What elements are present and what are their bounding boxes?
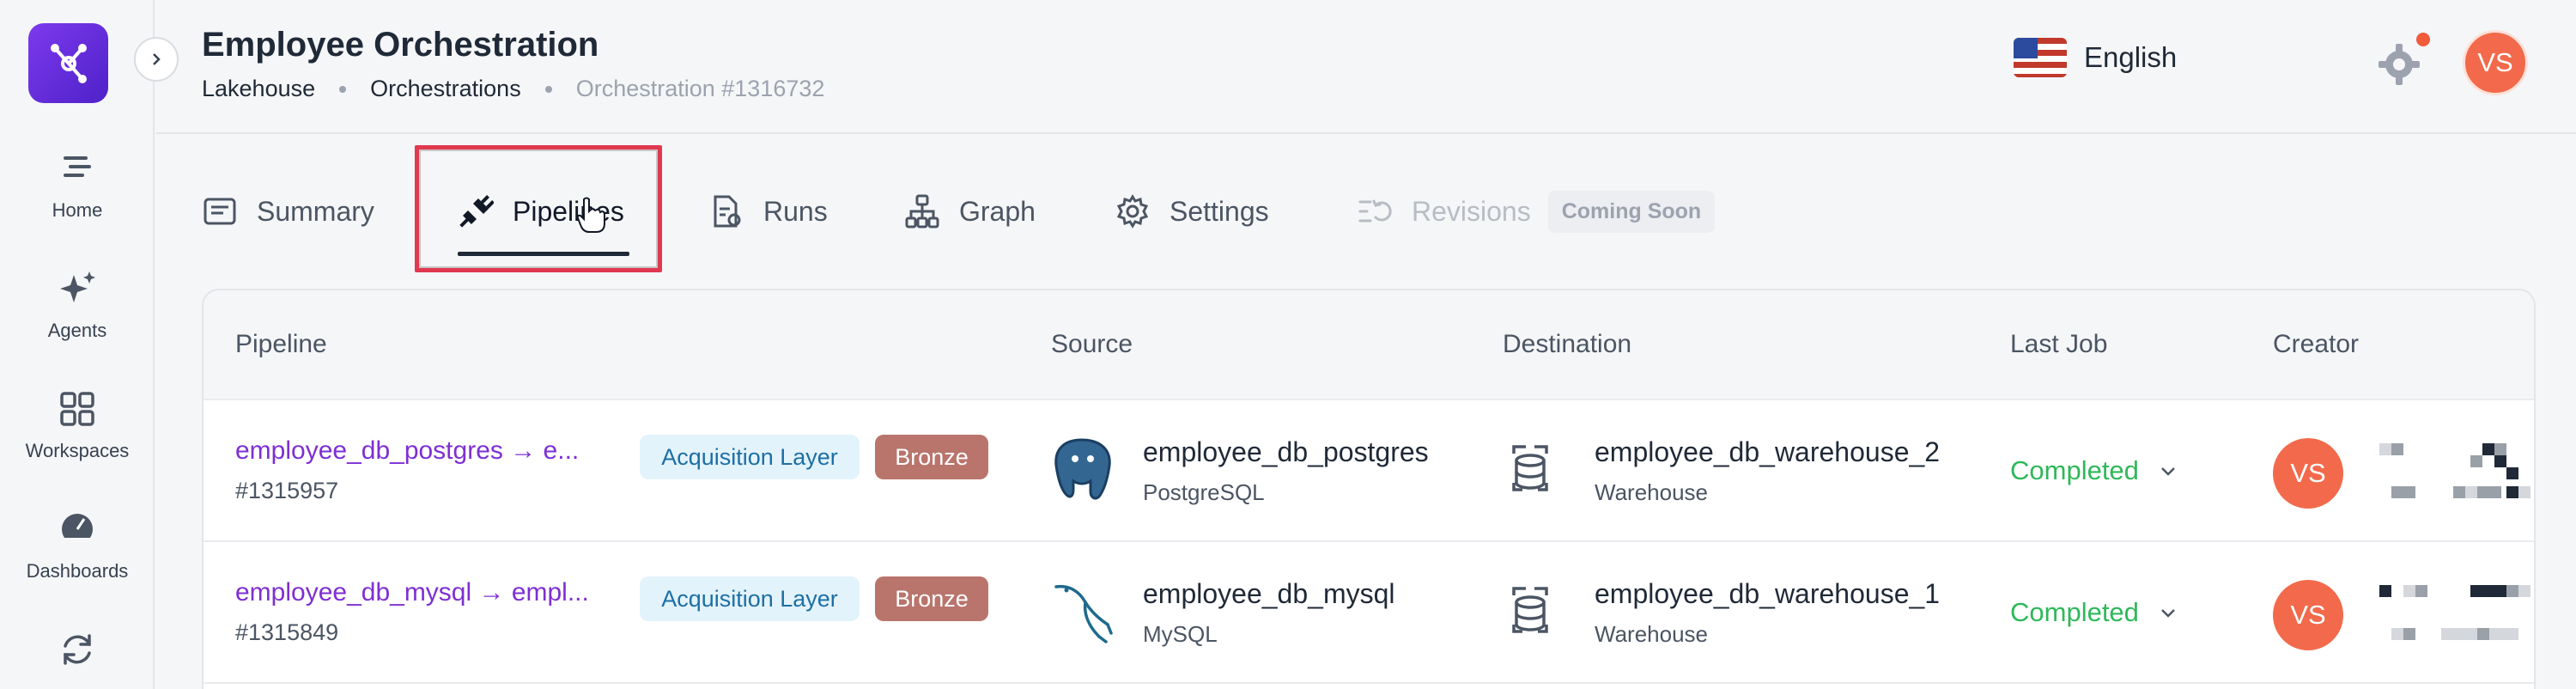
table-row[interactable]: employee_db_mysql → empl... #1315849 Acq… (204, 542, 2534, 684)
sparkles-icon (60, 271, 95, 302)
tab-label: Pipelines (513, 195, 624, 227)
notification-dot (2416, 33, 2430, 46)
breadcrumb-lakehouse[interactable]: Lakehouse (202, 76, 315, 102)
coming-soon-badge: Coming Soon (1547, 190, 1716, 233)
pipelines-table: Pipeline Source Destination Last Job Cre… (202, 289, 2536, 689)
job-status: Completed (2010, 455, 2139, 485)
plug-icon (459, 195, 494, 228)
sidebar-item-agents[interactable]: Agents (0, 268, 155, 342)
hierarchy-icon (905, 194, 939, 229)
tab-label: Runs (763, 195, 828, 227)
layer-tag: Acquisition Layer (640, 576, 860, 621)
language-selector[interactable]: English (2014, 38, 2177, 77)
postgresql-icon (1054, 438, 1111, 500)
breadcrumb: Lakehouse Orchestrations Orchestration #… (202, 76, 824, 102)
warehouse-icon (1512, 587, 1548, 633)
file-run-icon (714, 195, 741, 228)
source-type: MySQL (1143, 621, 1218, 647)
source-type: PostgreSQL (1143, 479, 1265, 505)
sidebar-item-home[interactable]: Home (0, 148, 155, 222)
column-header-last-job: Last Job (2010, 330, 2108, 358)
network-logo-icon (50, 43, 87, 83)
home-icon (64, 156, 91, 177)
sidebar-item-sync[interactable] (0, 629, 155, 680)
sidebar-item-dashboards[interactable]: Dashboards (0, 509, 155, 582)
app-logo[interactable] (28, 23, 108, 103)
job-status: Completed (2010, 597, 2139, 627)
tab-summary[interactable]: Summary (202, 168, 374, 254)
column-header-destination: Destination (1503, 330, 1632, 358)
sync-icon (64, 634, 91, 665)
breadcrumb-current: Orchestration #1316732 (575, 76, 825, 101)
column-header-source: Source (1051, 330, 1133, 358)
tier-tag: Bronze (875, 576, 988, 621)
layer-tag: Acquisition Layer (640, 435, 860, 479)
destination-type: Warehouse (1595, 479, 1708, 505)
pipeline-id: #1315957 (235, 478, 339, 503)
job-status-dropdown[interactable]: Completed (2010, 597, 2178, 628)
pipeline-link[interactable]: employee_db_mysql → empl... (235, 578, 589, 607)
page-title: Employee Orchestration (202, 26, 599, 64)
column-header-creator: Creator (2273, 330, 2360, 358)
pipeline-link[interactable]: employee_db_postgres → e... (235, 436, 579, 466)
settings-gear-icon[interactable] (2377, 42, 2421, 87)
table-row[interactable]: employee_db_postgres → e... #1315957 Acq… (204, 400, 2534, 542)
column-header-pipeline: Pipeline (235, 330, 327, 358)
sidebar-collapse-button[interactable] (134, 37, 179, 82)
destination-name: employee_db_warehouse_1 (1595, 578, 1941, 609)
creator-avatar: VS (2273, 438, 2343, 509)
job-status-dropdown[interactable]: Completed (2010, 455, 2178, 486)
pipeline-id: #1315849 (235, 619, 339, 645)
source-name: employee_db_postgres (1143, 436, 1429, 467)
destination-type: Warehouse (1595, 621, 1708, 647)
gear-icon (1116, 194, 1149, 229)
source-name: employee_db_mysql (1143, 578, 1395, 609)
tab-label: Graph (959, 195, 1036, 227)
language-label: English (2084, 41, 2178, 73)
us-flag-icon (2014, 38, 2067, 77)
breadcrumb-separator (339, 85, 347, 93)
breadcrumb-separator (544, 85, 552, 93)
breadcrumb-orchestrations[interactable]: Orchestrations (370, 76, 521, 102)
tab-graph[interactable]: Graph (904, 168, 1036, 254)
hand-cursor-icon (576, 197, 605, 233)
grid-icon (60, 392, 94, 426)
revisions-icon (1358, 199, 1392, 223)
tab-label: Settings (1170, 195, 1269, 227)
destination-name: employee_db_warehouse_2 (1595, 436, 1941, 467)
chevron-down-icon (2161, 467, 2175, 476)
left-sidebar: Home Agents Workspaces Dashboards (0, 0, 155, 689)
chevron-down-icon (2161, 609, 2175, 618)
gauge-icon (62, 514, 93, 546)
sidebar-item-label: Dashboards (26, 560, 129, 582)
page-header: Employee Orchestration Lakehouse Orchest… (156, 0, 2576, 134)
sidebar-item-workspaces[interactable]: Workspaces (0, 388, 155, 462)
tab-label: Revisions (1412, 195, 1531, 227)
chevron-right-icon (153, 53, 161, 65)
table-header: Pipeline Source Destination Last Job Cre… (204, 290, 2534, 400)
summary-icon (204, 198, 236, 225)
tab-label: Summary (257, 195, 374, 227)
mysql-icon (1054, 584, 1113, 643)
sidebar-item-label: Agents (47, 320, 107, 341)
sidebar-item-label: Workspaces (25, 440, 130, 461)
creator-avatar: VS (2273, 580, 2343, 650)
tier-tag: Bronze (875, 435, 988, 479)
user-avatar[interactable]: VS (2463, 30, 2528, 95)
sidebar-item-label: Home (52, 199, 103, 221)
warehouse-icon (1512, 445, 1548, 491)
tab-revisions: Revisions Coming Soon (1357, 168, 1716, 254)
tab-settings[interactable]: Settings (1115, 168, 1269, 254)
active-tab-indicator (458, 252, 629, 256)
tab-runs[interactable]: Runs (708, 168, 828, 254)
